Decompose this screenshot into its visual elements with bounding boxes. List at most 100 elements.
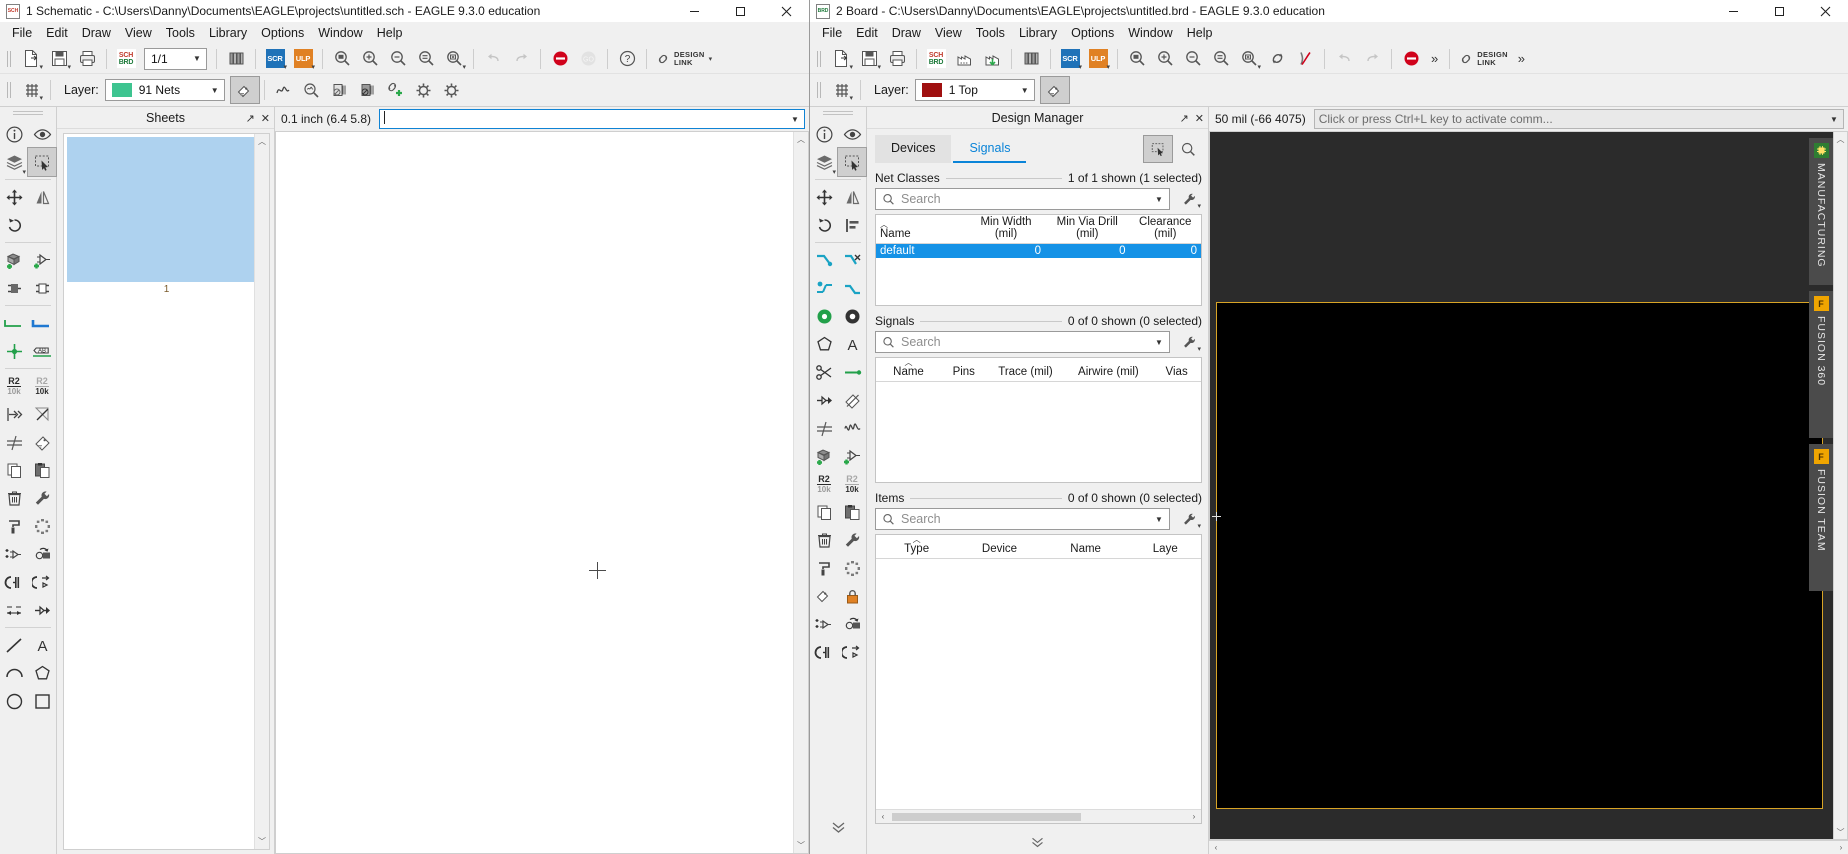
col-name[interactable]: ︿ Name xyxy=(876,358,941,382)
delete-icon[interactable] xyxy=(0,484,28,512)
grid-icon[interactable]: ▾ xyxy=(827,77,855,103)
show-icon[interactable] xyxy=(838,120,866,148)
undo-icon[interactable] xyxy=(1330,46,1358,72)
scroll-down-icon[interactable]: ﹀ xyxy=(794,838,808,853)
group-select-icon[interactable] xyxy=(27,147,57,177)
table-row[interactable]: default 0 0 0 xyxy=(876,243,1201,258)
menu-edit[interactable]: Edit xyxy=(849,24,885,42)
cam-download-icon[interactable] xyxy=(978,46,1006,72)
maximize-button[interactable] xyxy=(717,0,763,22)
arc-icon[interactable] xyxy=(0,659,28,687)
value-icon[interactable]: R2 10k xyxy=(0,372,28,400)
menu-library[interactable]: Library xyxy=(202,24,254,42)
hexagon-icon[interactable] xyxy=(810,330,838,358)
zoom-redraw-icon[interactable]: ▾ xyxy=(1235,46,1263,72)
design-link-button[interactable]: DESIGN LINK ▾ xyxy=(652,50,716,67)
line-icon[interactable] xyxy=(28,400,56,428)
zoom-fit-icon[interactable] xyxy=(328,46,356,72)
change-icon[interactable] xyxy=(838,610,866,638)
signals-search-input[interactable]: Search ▼ xyxy=(875,331,1170,353)
sheets-scrollbar[interactable]: ︿ ﹀ xyxy=(254,134,269,849)
board-vertical-scrollbar[interactable]: ︿ ﹀ xyxy=(1833,132,1847,839)
chevron-down-icon[interactable]: ▼ xyxy=(788,115,802,124)
circle-fill-icon[interactable] xyxy=(838,302,866,330)
label-icon[interactable]: AB xyxy=(28,337,56,365)
zoom-tool-icon[interactable] xyxy=(1174,136,1202,162)
layer-selector[interactable]: 1 Top ▼ xyxy=(914,79,1035,101)
collapse-icon[interactable] xyxy=(824,812,852,840)
col-clearance[interactable]: Clearance (mil) xyxy=(1129,215,1201,244)
polygon-fill-icon[interactable] xyxy=(810,302,838,330)
info-icon[interactable] xyxy=(810,120,838,148)
undo-icon[interactable] xyxy=(479,46,507,72)
signals-table[interactable]: ︿ Name Pins Trace (mil) Airwire (mil) Vi… xyxy=(875,357,1202,483)
scroll-down-icon[interactable]: ﹀ xyxy=(255,834,269,849)
pen-icon[interactable] xyxy=(838,386,866,414)
connect-icon[interactable] xyxy=(28,596,56,624)
add-part-icon[interactable] xyxy=(0,246,28,274)
minimize-button[interactable] xyxy=(671,0,717,22)
tab-devices[interactable]: Devices xyxy=(875,135,952,163)
sheet-thumbnail[interactable] xyxy=(67,137,266,282)
label-icon[interactable] xyxy=(810,582,838,610)
dots-icon[interactable] xyxy=(838,554,866,582)
scissors-icon[interactable] xyxy=(810,358,838,386)
gear-alt-icon[interactable] xyxy=(438,77,466,103)
command-input[interactable]: Click or press Ctrl+L key to activate co… xyxy=(1313,109,1844,129)
scroll-thumb[interactable] xyxy=(892,813,1081,821)
design-link-button[interactable]: DESIGN LINK xyxy=(1455,50,1512,67)
stop-icon[interactable] xyxy=(1397,46,1425,72)
mirror-icon[interactable] xyxy=(28,183,56,211)
rotate-icon[interactable] xyxy=(0,211,28,239)
value-icon[interactable]: R2 10k xyxy=(810,470,838,498)
scroll-up-icon[interactable]: ︿ xyxy=(1834,132,1847,146)
paint-icon[interactable] xyxy=(810,554,838,582)
col-pins[interactable]: Pins xyxy=(941,358,987,382)
col-type[interactable]: ︿ Type xyxy=(876,535,958,559)
meander-icon[interactable] xyxy=(810,414,838,442)
zoom-in-icon[interactable] xyxy=(356,46,384,72)
redo-icon[interactable] xyxy=(1358,46,1386,72)
chevron-down-icon[interactable]: ▼ xyxy=(1151,338,1167,347)
copy-icon[interactable] xyxy=(810,498,838,526)
col-name[interactable]: ︿ Name xyxy=(876,215,967,244)
script-icon[interactable]: SCR ▾ xyxy=(261,46,289,72)
col-trace[interactable]: Trace (mil) xyxy=(986,358,1065,382)
command-input[interactable]: ▼ xyxy=(379,109,805,129)
net-icon[interactable] xyxy=(0,309,28,337)
zoom-out-icon[interactable] xyxy=(1179,46,1207,72)
print-icon[interactable] xyxy=(883,46,911,72)
gear-icon[interactable] xyxy=(410,77,438,103)
device-icon[interactable] xyxy=(0,274,28,302)
library-icon[interactable] xyxy=(222,46,250,72)
col-airwire[interactable]: Airwire (mil) xyxy=(1064,358,1153,382)
move-icon[interactable] xyxy=(810,183,838,211)
zoom-fit-icon[interactable] xyxy=(1123,46,1151,72)
delete-icon[interactable] xyxy=(810,526,838,554)
text-icon[interactable]: A xyxy=(28,631,56,659)
save-icon[interactable]: ▾ xyxy=(45,46,73,72)
toolbar-grip[interactable] xyxy=(5,49,14,69)
menu-view[interactable]: View xyxy=(928,24,969,42)
col-vias[interactable]: Vias xyxy=(1152,358,1201,382)
menu-window[interactable]: Window xyxy=(311,24,369,42)
connect-icon[interactable] xyxy=(838,358,866,386)
col-device[interactable]: Device xyxy=(957,535,1042,559)
layers-icon[interactable]: ▾ xyxy=(0,148,28,176)
palette-grip[interactable] xyxy=(13,110,43,117)
move-icon[interactable] xyxy=(0,183,28,211)
text-icon[interactable]: A xyxy=(838,330,866,358)
new-file-icon[interactable]: ▾ xyxy=(17,46,45,72)
toolbar-grip[interactable] xyxy=(815,49,824,69)
inspect-icon[interactable] xyxy=(298,77,326,103)
gateswap-icon[interactable] xyxy=(28,568,56,596)
layers-icon[interactable]: ▾ xyxy=(810,148,838,176)
maximize-button[interactable] xyxy=(1756,0,1802,22)
paste-icon[interactable] xyxy=(838,498,866,526)
menu-library[interactable]: Library xyxy=(1012,24,1064,42)
add-gate-icon[interactable] xyxy=(28,246,56,274)
dimension-icon[interactable] xyxy=(0,596,28,624)
scroll-left-icon[interactable]: ‹ xyxy=(876,812,890,821)
board-canvas[interactable]: MANUFACTURING F FUSION 360 F FUSION TEAM… xyxy=(1209,131,1848,840)
rect-icon[interactable] xyxy=(28,687,56,715)
